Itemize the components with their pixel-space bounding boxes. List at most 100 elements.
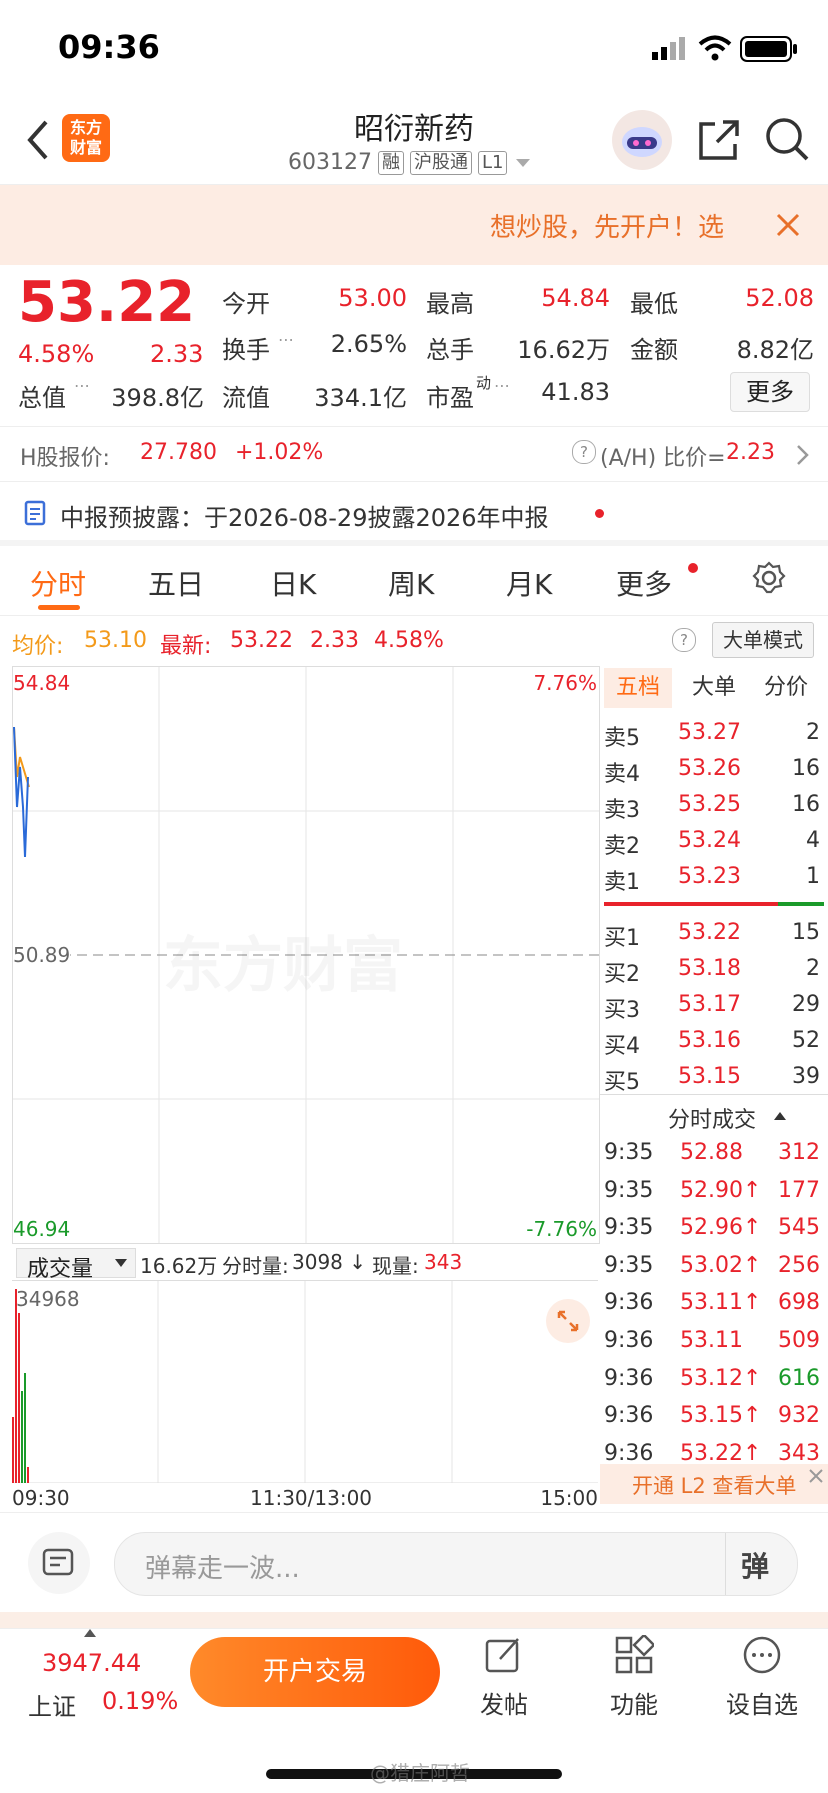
watchlist-label[interactable]: 设自选 <box>712 1685 812 1720</box>
ask-row[interactable]: 卖3 53.25 16 <box>600 788 824 824</box>
post-label[interactable]: 发帖 <box>454 1685 554 1720</box>
trade-row: 9:35 52.90↑ 177 <box>600 1174 824 1212</box>
ask-row[interactable]: 卖2 53.24 4 <box>600 824 824 860</box>
trade-price: 52.96↑ <box>680 1215 762 1241</box>
latest-label: 最新: <box>160 634 212 659</box>
hshare-change: +1.02% <box>235 440 324 465</box>
time-start: 09:30 <box>12 1486 70 1510</box>
pe-superscript: 动 <box>476 374 492 392</box>
tab-more[interactable]: 更多 <box>616 563 672 603</box>
divider <box>0 1612 828 1628</box>
volume-selector-label: 成交量 <box>27 1257 94 1282</box>
danmaku-input[interactable]: 弹幕走一波... 弹 <box>114 1532 798 1596</box>
change-percent: 4.58% <box>18 340 95 368</box>
chart-tabs: 分时 五日 日K 周K 月K 更多 <box>0 545 828 616</box>
float-value: 334.1亿 <box>314 384 407 412</box>
chevron-up-icon <box>84 1629 96 1637</box>
expand-icon[interactable] <box>546 1299 590 1343</box>
index-name[interactable]: 上证 <box>28 1687 76 1722</box>
comment-bar: 弹幕走一波... 弹 <box>0 1512 828 1612</box>
open-value: 53.00 <box>338 284 407 312</box>
chevron-up-icon <box>774 1112 786 1120</box>
volume-chart[interactable]: 34968 <box>12 1280 598 1483</box>
tab-price-distribution[interactable]: 分价 <box>764 668 808 708</box>
document-icon <box>24 500 46 526</box>
report-notice[interactable]: 中报预披露：于2026-08-29披露2026年中报 <box>0 484 828 540</box>
info-icon[interactable]: ⋯ <box>494 376 510 395</box>
tab-five-levels[interactable]: 五档 <box>604 668 672 708</box>
comment-list-icon[interactable] <box>28 1532 90 1594</box>
hshare-row[interactable]: H股报价: 27.780 +1.02% ? (A/H) 比价= 2.23 <box>0 428 828 480</box>
grid-function-icon[interactable] <box>614 1635 654 1675</box>
stock-code-line[interactable]: 603127 融 沪股通 L1 <box>288 150 533 175</box>
add-watchlist-icon[interactable] <box>742 1635 782 1675</box>
divider <box>600 1094 828 1095</box>
current-price: 53.22 <box>18 270 196 335</box>
bid-row[interactable]: 买2 53.18 2 <box>600 952 824 988</box>
ask-row[interactable]: 卖5 53.27 2 <box>600 716 824 752</box>
stock-code: 603127 <box>288 150 372 175</box>
volume-selector[interactable]: 成交量 <box>16 1248 136 1282</box>
tab-five-day[interactable]: 五日 <box>148 563 204 603</box>
intraday-info-line: 均价: 53.10 最新: 53.22 2.33 4.58% ? 大单模式 <box>0 622 828 660</box>
turnover-value: 2.65% <box>330 330 407 358</box>
tab-weekly-k[interactable]: 周K <box>388 563 434 603</box>
battery-icon <box>740 36 797 62</box>
bottom-toolbar: 3947.44 上证 0.19% 开户交易 发帖 功能 设自选 @猎庄阿哲 <box>0 1628 828 1793</box>
book-tabs: 五档 大单 分价 <box>600 666 828 710</box>
help-icon[interactable]: ? <box>672 628 696 652</box>
float-label: 流值 <box>222 384 270 412</box>
chevron-down-icon <box>115 1259 127 1267</box>
low-value: 52.08 <box>745 284 814 312</box>
notice-text: 中报预披露：于2026-08-29披露2026年中报 <box>60 504 549 532</box>
current-volume-label: 现量: <box>372 1254 419 1278</box>
bid-row[interactable]: 买4 53.16 52 <box>600 1024 824 1060</box>
info-icon[interactable]: ⋯ <box>74 376 90 395</box>
l2-promo[interactable]: 开通 L2 查看大单 <box>600 1464 828 1504</box>
low-label: 最低 <box>630 290 678 318</box>
index-percent[interactable]: 0.19% <box>102 1687 178 1715</box>
intraday-chart[interactable]: 东方财富 54.84 50.89 46.94 7.76% -7.76% <box>12 666 600 1244</box>
close-icon[interactable] <box>776 213 800 237</box>
function-label[interactable]: 功能 <box>584 1685 684 1720</box>
help-icon[interactable]: ? <box>572 440 596 464</box>
trade-quantity: 256 <box>778 1252 820 1278</box>
trade-time: 9:36 <box>604 1290 654 1316</box>
chart-watermark: 东方财富 <box>163 917 403 1004</box>
search-icon[interactable] <box>764 116 810 162</box>
share-icon[interactable] <box>697 118 741 162</box>
index-value[interactable]: 3947.44 <box>42 1649 141 1677</box>
danmaku-toggle[interactable]: 弹 <box>741 1545 769 1585</box>
trade-time: 9:35 <box>604 1177 654 1203</box>
trade-row: 9:36 53.12↑ 616 <box>600 1362 824 1400</box>
big-order-mode-button[interactable]: 大单模式 <box>712 622 814 658</box>
info-icon[interactable]: ⋯ <box>278 330 294 349</box>
bid-row[interactable]: 买5 53.15 39 <box>600 1060 824 1096</box>
settings-icon[interactable] <box>752 561 786 595</box>
ask-row[interactable]: 卖1 53.23 1 <box>600 860 824 896</box>
bid-row[interactable]: 买1 53.22 15 <box>600 916 824 952</box>
ask-row[interactable]: 卖4 53.26 16 <box>600 752 824 788</box>
robot-assistant-icon[interactable] <box>612 110 672 170</box>
edit-post-icon[interactable] <box>484 1635 524 1675</box>
trades-title[interactable]: 分时成交 <box>668 1102 756 1134</box>
tag-connect: 沪股通 <box>409 150 472 175</box>
ask-strength-bar <box>778 902 824 906</box>
close-icon[interactable] <box>808 1468 824 1484</box>
open-account-banner[interactable]: 想炒股，先开户！选 <box>0 185 828 265</box>
tab-intraday[interactable]: 分时 <box>30 563 86 603</box>
open-account-trade-button[interactable]: 开户交易 <box>190 1637 440 1707</box>
trade-quantity: 177 <box>778 1177 820 1203</box>
more-button[interactable]: 更多 <box>730 372 810 412</box>
chevron-down-icon <box>516 158 531 167</box>
tab-monthly-k[interactable]: 月K <box>506 563 552 603</box>
bid-row[interactable]: 买3 53.17 29 <box>600 988 824 1024</box>
trade-price: 53.11↑ <box>680 1290 762 1316</box>
hshare-label: H股报价: <box>20 446 110 471</box>
tab-big-orders[interactable]: 大单 <box>692 668 736 708</box>
tab-daily-k[interactable]: 日K <box>270 563 316 603</box>
mktcap-label: 总值 <box>18 384 66 412</box>
trade-price: 53.22↑ <box>680 1440 762 1466</box>
high-label: 最高 <box>426 290 474 318</box>
l2-promo-text: 开通 L2 查看大单 <box>632 1474 797 1498</box>
